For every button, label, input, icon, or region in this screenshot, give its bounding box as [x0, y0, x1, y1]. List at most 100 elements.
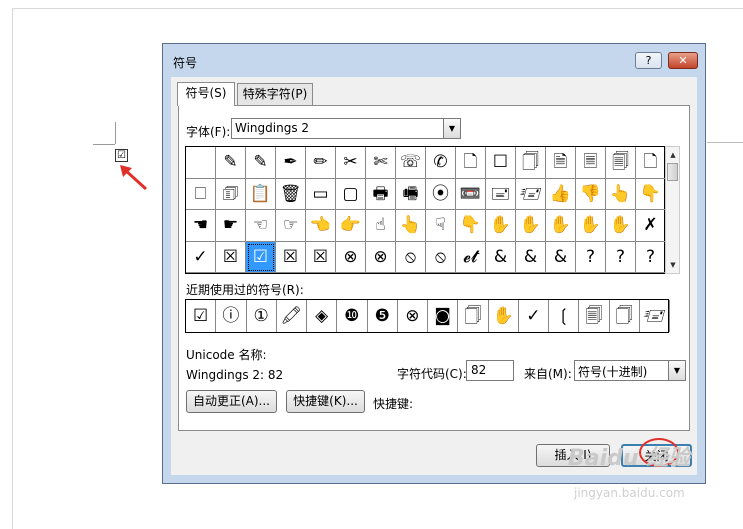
symbol-cell[interactable] [186, 147, 216, 179]
symbol-cell[interactable]: ✎ [216, 147, 246, 179]
symbol-cell[interactable]: ✓ [186, 241, 216, 273]
scroll-up-icon[interactable]: ▲ [667, 148, 679, 162]
symbol-cell[interactable]: ✎ [246, 147, 276, 179]
recent-symbol-cell[interactable]: ◙ [428, 300, 459, 332]
symbol-cell[interactable]: ✋ [546, 210, 576, 242]
chevron-down-icon[interactable]: ▼ [443, 119, 460, 138]
symbol-cell[interactable]: ✋ [516, 210, 546, 242]
unicode-name-label: Unicode 名称: [186, 348, 267, 362]
symbol-cell[interactable]: ⦸ [396, 241, 426, 273]
symbol-cell[interactable]: ✏ [306, 147, 336, 179]
symbol-cell[interactable]: ☞ [276, 210, 306, 242]
recent-symbol-cell[interactable]: ⊗ [398, 300, 428, 332]
recent-symbol-cell[interactable]: ✓ [519, 300, 549, 332]
grid-scrollbar[interactable]: ▲ ▼ [665, 146, 680, 274]
autocorrect-button[interactable]: 自动更正(A)... [186, 390, 277, 413]
symbol-cell[interactable]: ☒ [306, 241, 336, 273]
symbol-cell[interactable]: 🖃 [486, 178, 516, 210]
symbol-cell[interactable]: ☟ [426, 210, 456, 242]
symbol-cell[interactable]: 👇 [636, 178, 666, 210]
recent-symbol-cell[interactable]: 🖍 [277, 300, 307, 332]
symbol-cell[interactable]: ? [576, 241, 606, 273]
symbol-cell[interactable]: ▭ [306, 178, 336, 210]
symbol-cell[interactable]: 👈 [306, 210, 336, 242]
symbol-cell[interactable]: ✄ [366, 147, 396, 179]
recent-symbol-cell[interactable]: 🗍 [458, 300, 489, 332]
symbol-cell[interactable]: ✗ [636, 210, 666, 242]
symbol-cell[interactable]: 🗎 [546, 147, 576, 179]
symbol-cell[interactable]: ⦸ [426, 241, 456, 273]
symbol-cell[interactable]: ☐ [486, 147, 516, 179]
symbol-cell[interactable]: ✋ [576, 210, 606, 242]
symbol-cell[interactable]: ☝ [366, 210, 396, 242]
recent-symbol-cell[interactable]: ◈ [307, 300, 338, 332]
symbol-cell[interactable]: 👆 [606, 178, 636, 210]
tab-special-characters[interactable]: 特殊字符(P) [237, 83, 313, 105]
symbol-cell-selected[interactable]: ☑ [246, 241, 276, 273]
symbol-cell[interactable]: ✋ [486, 210, 516, 242]
symbol-cell[interactable]: 𝓮𝓽 [456, 241, 486, 273]
symbol-cell[interactable]: 🗆 [186, 178, 216, 210]
recent-symbol-cell[interactable]: ✋ [489, 300, 519, 332]
symbol-cell[interactable]: & [486, 241, 516, 273]
recent-symbol-cell[interactable]: 🗍 [610, 300, 640, 332]
shortcut-key-text: 快捷键: [373, 397, 414, 411]
symbol-cell[interactable]: ✋ [606, 210, 636, 242]
symbol-cell[interactable]: ▢ [336, 178, 366, 210]
symbol-cell[interactable]: ✒ [276, 147, 306, 179]
dialog-titlebar[interactable]: 符号 ? ✕ [163, 44, 705, 78]
symbol-cell[interactable]: ✆ [426, 147, 456, 179]
symbol-cell[interactable]: ⊗ [366, 241, 396, 273]
symbol-cell[interactable]: 🗍 [516, 147, 546, 179]
recent-symbol-cell[interactable]: ❺ [368, 300, 398, 332]
symbol-cell[interactable]: 📋 [246, 178, 276, 210]
symbol-cell[interactable]: ✂ [336, 147, 366, 179]
symbol-cell[interactable]: ☜ [246, 210, 276, 242]
symbol-cell[interactable]: 🗋 [456, 147, 486, 179]
symbol-cell[interactable]: 🗋 [636, 147, 666, 179]
symbol-cell[interactable]: 👎 [576, 178, 606, 210]
symbol-cell[interactable]: ☒ [276, 241, 306, 273]
symbol-cell[interactable]: 🗑 [276, 178, 306, 210]
symbol-cell[interactable]: 🖶 [366, 178, 396, 210]
recent-symbol-cell[interactable]: ⓘ [216, 300, 247, 332]
symbol-cell[interactable]: 🗐 [606, 147, 636, 179]
symbol-dialog: 符号 ? ✕ 符号(S) 特殊字符(P) 字体(F): Wingdings 2 … [162, 43, 706, 484]
from-select[interactable]: 符号(十进制) ▼ [574, 360, 686, 381]
symbol-cell[interactable]: ? [636, 241, 666, 273]
symbol-cell[interactable]: 📼 [456, 178, 486, 210]
symbol-cell[interactable]: 👆 [396, 210, 426, 242]
symbol-cell[interactable]: 👇 [456, 210, 486, 242]
symbol-cell[interactable]: ☛ [216, 210, 246, 242]
symbol-cell[interactable]: 🗊 [216, 178, 246, 210]
symbol-cell[interactable]: 👉 [336, 210, 366, 242]
recent-symbol-cell[interactable]: 🗐 [579, 300, 610, 332]
scroll-thumb[interactable] [667, 163, 678, 181]
font-select[interactable]: Wingdings 2 ▼ [231, 118, 461, 139]
symbol-cell[interactable]: ⊗ [336, 241, 366, 273]
chevron-down-icon[interactable]: ▼ [668, 361, 685, 380]
symbol-cell[interactable]: & [546, 241, 576, 273]
recent-symbol-cell[interactable]: ① [247, 300, 277, 332]
symbol-cell[interactable]: & [516, 241, 546, 273]
recent-symbol-cell[interactable]: ❿ [337, 300, 368, 332]
symbol-cell[interactable]: ⦿ [426, 178, 456, 210]
inserted-checkbox-symbol: ☑ [115, 149, 128, 162]
titlebar-close-button[interactable]: ✕ [668, 52, 698, 69]
help-button[interactable]: ? [635, 52, 662, 69]
symbol-cell[interactable]: 🖷 [396, 178, 426, 210]
tab-symbols[interactable]: 符号(S) [177, 82, 235, 106]
symbol-cell[interactable]: ☚ [186, 210, 216, 242]
recent-symbol-cell[interactable]: 🖅 [640, 300, 670, 332]
symbol-cell[interactable]: 🖅 [516, 178, 546, 210]
char-code-input[interactable]: 82 [466, 360, 514, 381]
scroll-down-icon[interactable]: ▼ [667, 258, 679, 272]
symbol-cell[interactable]: 🗏 [576, 147, 606, 179]
recent-symbol-cell[interactable]: ☑ [186, 300, 217, 332]
symbol-cell[interactable]: ☏ [396, 147, 426, 179]
recent-symbol-cell[interactable]: ❲ [549, 300, 580, 332]
shortcut-key-button[interactable]: 快捷键(K)... [286, 390, 365, 413]
symbol-cell[interactable]: ☒ [216, 241, 246, 273]
symbol-cell[interactable]: 👍 [546, 178, 576, 210]
symbol-cell[interactable]: ? [606, 241, 636, 273]
